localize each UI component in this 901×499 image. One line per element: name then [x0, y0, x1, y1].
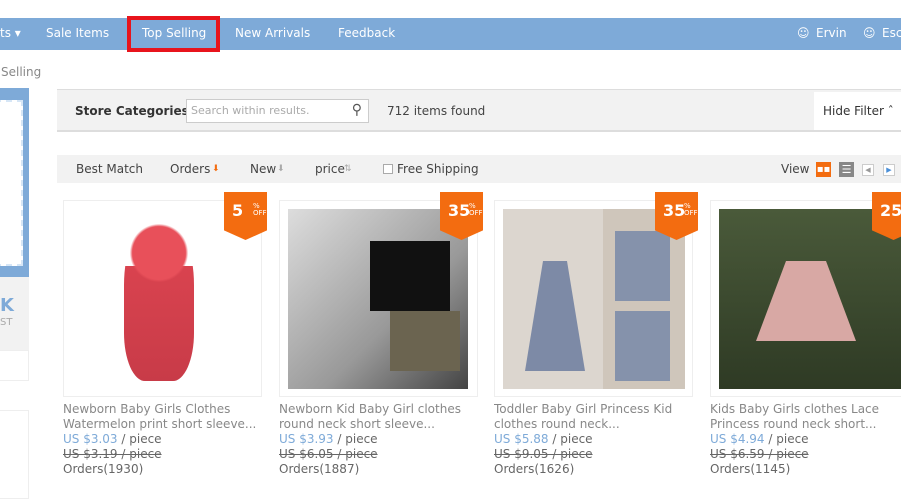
- product-price: US $3.03 / piece: [63, 432, 162, 446]
- free-shipping-label[interactable]: Free Shipping: [397, 162, 479, 176]
- discount-badge: 35% OFF: [655, 192, 698, 240]
- product-card[interactable]: 35% OFF Newborn Kid Baby Girl clothes roun…: [279, 192, 483, 477]
- promo-big: K: [0, 295, 14, 316]
- discount-value: 35: [663, 201, 686, 220]
- discount-value: 5: [232, 201, 244, 220]
- product-title[interactable]: Newborn Kid Baby Girl clothes round neck …: [279, 402, 478, 432]
- hide-filter-button[interactable]: Hide Filter ˆ: [814, 92, 901, 130]
- orders-count: Orders(1145): [710, 462, 791, 476]
- search-placeholder: Search within results.: [191, 104, 310, 117]
- sort-new[interactable]: New: [250, 162, 276, 176]
- product-price: US $4.94 / piece: [710, 432, 809, 446]
- sort-bar: Best Match Orders ⬇ New ⬇ price ⇅ Free S…: [57, 155, 901, 183]
- filter-bar: Store Categories > Search within results…: [57, 89, 901, 132]
- items-count: 712 items found: [387, 104, 486, 118]
- product-card[interactable]: 25%OFF Kids Baby Girls clothes LacePrinc…: [710, 192, 901, 477]
- product-price: US $5.88 / piece: [494, 432, 593, 446]
- arrow-down-icon: ⬇: [212, 164, 220, 174]
- product-card[interactable]: 35% OFF Toddler Baby Girl Princess Kid clo…: [494, 192, 698, 477]
- arrow-down-icon: ⬇: [277, 164, 285, 174]
- nav-new-arrivals[interactable]: New Arrivals: [235, 26, 310, 40]
- breadcrumb[interactable]: Selling: [1, 65, 41, 79]
- nav-feedback[interactable]: Feedback: [338, 26, 395, 40]
- next-page-icon[interactable]: ▶: [883, 164, 895, 176]
- sort-arrows-icon: ⇅: [344, 164, 352, 174]
- product-title[interactable]: Newborn Baby Girls Clothes Watermelon pri…: [63, 402, 262, 432]
- promo-small: ST: [0, 317, 13, 328]
- sidebar-banner[interactable]: [0, 88, 29, 277]
- sort-best-match[interactable]: Best Match: [76, 162, 143, 176]
- nav-products-dropdown[interactable]: ts ▾: [0, 26, 21, 40]
- product-title[interactable]: Toddler Baby Girl Princess Kid clothes ro…: [494, 402, 693, 432]
- sidebar-promo[interactable]: K ST: [0, 277, 29, 350]
- discount-badge: 35% OFF: [440, 192, 483, 240]
- free-shipping-checkbox[interactable]: [383, 164, 393, 174]
- off: OFF: [684, 209, 698, 217]
- prev-page-icon[interactable]: ◀: [862, 164, 874, 176]
- original-price: US $3.19 / piece: [63, 447, 162, 461]
- sidebar-box: [0, 350, 29, 381]
- grid-view-icon[interactable]: ▪▪: [816, 162, 831, 177]
- product-price: US $3.93 / piece: [279, 432, 378, 446]
- user-icon: ☺: [797, 26, 810, 40]
- off: OFF: [253, 209, 267, 217]
- discount-value: 25: [880, 201, 901, 220]
- highlight-box: [127, 16, 220, 52]
- orders-count: Orders(1626): [494, 462, 575, 476]
- list-view-icon[interactable]: ☰: [839, 162, 854, 177]
- off: OFF: [469, 209, 483, 217]
- view-label: View: [781, 162, 810, 176]
- sort-price[interactable]: price: [315, 162, 345, 176]
- orders-count: Orders(1887): [279, 462, 360, 476]
- original-price: US $6.59 / piece: [710, 447, 809, 461]
- discount-badge: 5% OFF: [224, 192, 267, 240]
- user-esc[interactable]: Esc: [882, 26, 901, 40]
- store-categories[interactable]: Store Categories >: [75, 104, 203, 118]
- search-input[interactable]: Search within results. ⚲: [186, 99, 369, 123]
- search-icon[interactable]: ⚲: [352, 102, 362, 118]
- sort-orders[interactable]: Orders: [170, 162, 210, 176]
- original-price: US $6.05 / piece: [279, 447, 378, 461]
- product-title[interactable]: Kids Baby Girls clothes Lace Princess rou…: [710, 402, 901, 432]
- product-card[interactable]: 5% OFF Newborn Baby Girls Clothes Watermel…: [63, 192, 267, 477]
- original-price: US $9.05 / piece: [494, 447, 593, 461]
- orders-count: Orders(1930): [63, 462, 144, 476]
- user-ervin[interactable]: Ervin: [816, 26, 847, 40]
- discount-value: 35: [448, 201, 471, 220]
- sidebar-box: [0, 410, 29, 499]
- nav-sale-items[interactable]: Sale Items: [46, 26, 109, 40]
- user-icon: ☺: [863, 26, 876, 40]
